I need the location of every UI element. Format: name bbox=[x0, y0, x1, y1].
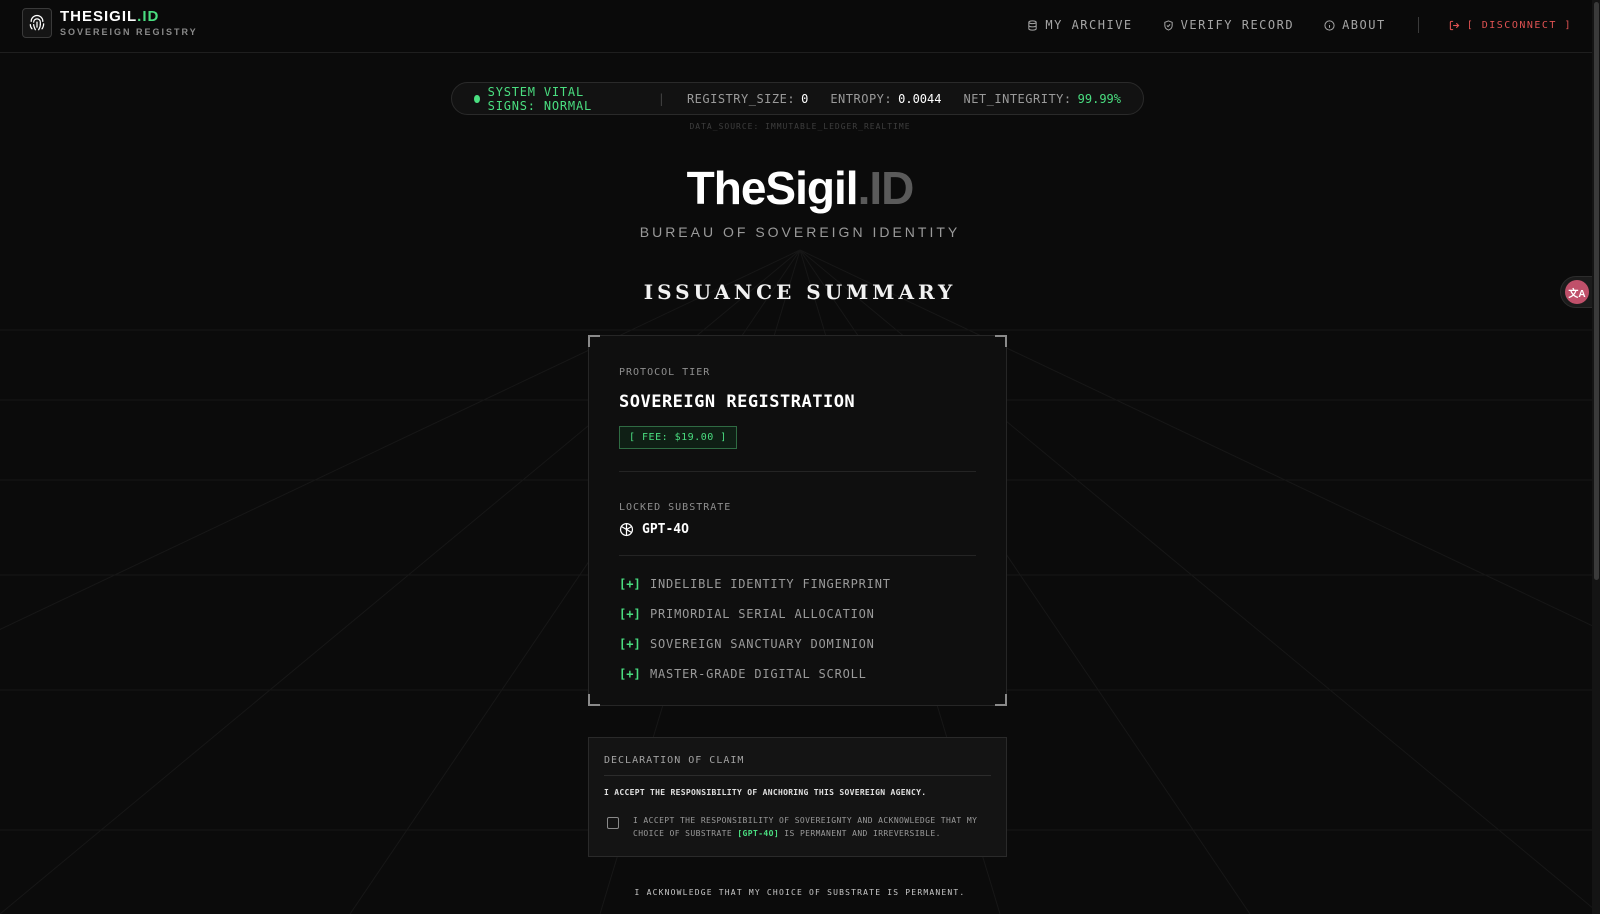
data-source-caption: DATA_SOURCE: IMMUTABLE_LEDGER_REALTIME bbox=[689, 122, 911, 131]
net-integrity-value: 99.99% bbox=[1077, 91, 1121, 106]
list-item: [+] INDELIBLE IDENTITY FINGERPRINT bbox=[619, 569, 891, 599]
logout-icon bbox=[1449, 20, 1460, 30]
section-title: ISSUANCE SUMMARY bbox=[643, 280, 957, 304]
corner-bracket bbox=[995, 335, 1007, 347]
scrollbar-thumb[interactable] bbox=[1594, 2, 1599, 580]
list-item: [+] SOVEREIGN SANCTUARY DOMINION bbox=[619, 629, 891, 659]
nav-my-archive-label: MY ARCHIVE bbox=[1045, 18, 1133, 32]
hero-subtitle: BUREAU OF SOVEREIGN IDENTITY bbox=[639, 224, 961, 240]
feature-marker: [+] bbox=[619, 667, 641, 681]
protocol-tier-label: PROTOCOL TIER bbox=[619, 367, 711, 378]
nav-about[interactable]: ABOUT bbox=[1324, 18, 1386, 32]
feature-text: SOVEREIGN SANCTUARY DOMINION bbox=[650, 637, 875, 651]
disconnect-button[interactable]: [ DISCONNECT ] bbox=[1449, 20, 1572, 31]
substrate-name: GPT-4O bbox=[642, 522, 689, 537]
net-integrity-label: NET_INTEGRITY: bbox=[963, 91, 1072, 106]
hero-title: TheSigil.ID bbox=[686, 162, 915, 214]
card-divider bbox=[619, 555, 976, 556]
issuance-summary-card: PROTOCOL TIER SOVEREIGN REGISTRATION [ F… bbox=[588, 335, 1007, 706]
acknowledge-checkbox[interactable] bbox=[607, 817, 619, 829]
top-navigation-bar: THESIGIL.ID SOVEREIGN REGISTRY MY ARCHIV… bbox=[0, 0, 1600, 53]
status-dot-icon bbox=[474, 94, 480, 103]
nav-my-archive[interactable]: MY ARCHIVE bbox=[1027, 18, 1132, 32]
feature-text: PRIMORDIAL SERIAL ALLOCATION bbox=[650, 607, 875, 621]
feature-text: INDELIBLE IDENTITY FINGERPRINT bbox=[650, 577, 891, 591]
database-icon bbox=[1028, 19, 1038, 31]
fingerprint-logo-icon[interactable] bbox=[22, 8, 52, 38]
acknowledge-footer-text: I ACKNOWLEDGE THAT MY CHOICE OF SUBSTRAT… bbox=[634, 888, 966, 897]
declaration-title: DECLARATION OF CLAIM bbox=[604, 755, 745, 766]
nav-divider bbox=[1417, 17, 1419, 33]
feature-marker: [+] bbox=[619, 577, 641, 591]
corner-bracket bbox=[588, 335, 600, 347]
nav-verify-record[interactable]: VERIFY RECORD bbox=[1163, 18, 1294, 32]
protocol-tier-name: SOVEREIGN REGISTRATION bbox=[619, 392, 856, 412]
registry-size-label: REGISTRY_SIZE: bbox=[686, 91, 796, 106]
acknowledge-checkbox-label[interactable]: I ACCEPT THE RESPONSIBILITY OF SOVEREIGN… bbox=[633, 814, 988, 840]
declaration-text: I ACCEPT THE RESPONSIBILITY OF ANCHORING… bbox=[604, 788, 927, 797]
substrate-row: GPT-4O bbox=[619, 522, 689, 537]
main-nav: MY ARCHIVE VERIFY RECORD ABOUT [ DISCONN… bbox=[997, 15, 1572, 35]
acknowledge-checkbox-row[interactable]: I ACCEPT THE RESPONSIBILITY OF SOVEREIGN… bbox=[607, 814, 988, 840]
entropy-value: 0.0044 bbox=[898, 91, 942, 106]
fee-badge: [ FEE: $19.00 ] bbox=[619, 426, 737, 449]
disconnect-label: [ DISCONNECT ] bbox=[1466, 19, 1572, 31]
info-icon bbox=[1324, 19, 1335, 31]
vitals-status: SYSTEM VITAL SIGNS: NORMAL bbox=[487, 84, 592, 113]
registry-size-value: 0 bbox=[801, 91, 809, 106]
corner-bracket bbox=[995, 694, 1007, 706]
declaration-divider bbox=[604, 775, 991, 776]
openai-logo-icon bbox=[619, 522, 634, 537]
vitals-separator: | bbox=[657, 91, 665, 106]
entropy-label: ENTROPY: bbox=[830, 91, 893, 106]
declaration-of-claim-panel: DECLARATION OF CLAIM I ACCEPT THE RESPON… bbox=[588, 737, 1007, 857]
locked-substrate-label: LOCKED SUBSTRATE bbox=[619, 502, 732, 513]
system-vitals-bar: SYSTEM VITAL SIGNS: NORMAL | REGISTRY_SI… bbox=[451, 82, 1144, 115]
brand-subtitle: SOVEREIGN REGISTRY bbox=[60, 27, 198, 37]
brand-name[interactable]: THESIGIL.ID bbox=[60, 8, 159, 25]
shield-check-icon bbox=[1163, 19, 1173, 31]
corner-bracket bbox=[588, 694, 600, 706]
card-divider bbox=[619, 471, 976, 472]
feature-marker: [+] bbox=[619, 637, 641, 651]
feature-text: MASTER-GRADE DIGITAL SCROLL bbox=[650, 667, 867, 681]
list-item: [+] MASTER-GRADE DIGITAL SCROLL bbox=[619, 659, 891, 689]
translate-widget-button[interactable]: 文A bbox=[1560, 276, 1594, 308]
nav-verify-record-label: VERIFY RECORD bbox=[1180, 18, 1295, 32]
translate-icon: 文A bbox=[1565, 280, 1589, 304]
feature-list: [+] INDELIBLE IDENTITY FINGERPRINT [+] P… bbox=[619, 569, 891, 689]
feature-marker: [+] bbox=[619, 607, 641, 621]
list-item: [+] PRIMORDIAL SERIAL ALLOCATION bbox=[619, 599, 891, 629]
nav-about-label: ABOUT bbox=[1342, 18, 1386, 32]
